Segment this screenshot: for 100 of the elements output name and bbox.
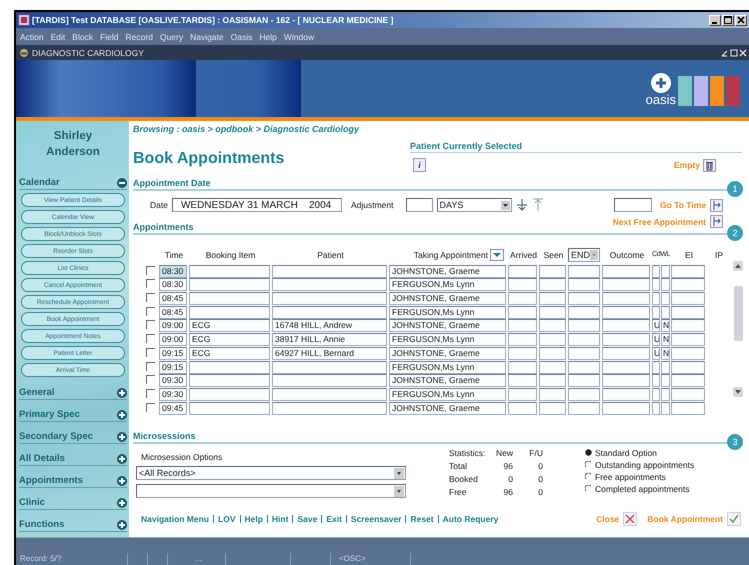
section-heading: Patient Currently Selected	[410, 136, 742, 153]
menu-item[interactable]: Record	[126, 32, 153, 42]
row-label: Booked	[449, 474, 479, 484]
user-name: Shirley	[54, 129, 92, 144]
time-cell[interactable]: 09:00	[159, 333, 187, 346]
nav-link[interactable]: LOV	[218, 514, 236, 524]
sidebar-section[interactable]: Primary Spec	[19, 409, 80, 420]
table-cell[interactable]: N	[661, 333, 670, 346]
menu-item[interactable]: Edit	[50, 32, 66, 42]
user-name: Anderson	[46, 145, 100, 160]
column-header: Seen	[542, 250, 564, 260]
time-cell[interactable]: 08:45	[159, 306, 187, 319]
sidebar-section[interactable]: Secondary Spec	[19, 431, 93, 442]
row-label: Total	[449, 460, 468, 471]
table-cell[interactable]: ECG	[189, 346, 270, 360]
table-cell[interactable]: ECG	[189, 319, 270, 332]
radio-label[interactable]: Free appointments	[595, 472, 666, 482]
window-title: [TARDIS] Test DATABASE [OASLIVE.TARDIS] : OASISMAN - 162 - [ NUCLEAR MEDICINE ]	[32, 15, 394, 25]
nav-link[interactable]: Auto Requery	[442, 514, 498, 524]
stat-value: 96	[502, 486, 513, 497]
field-label: Microsession Options	[141, 452, 224, 462]
table-cell[interactable]: 16748 HILL, Andrew	[272, 319, 387, 332]
nav-link[interactable]: Screensaver	[350, 514, 402, 524]
table-cell[interactable]: ECG	[189, 333, 270, 346]
radio-label[interactable]: Outstanding appointments	[595, 460, 694, 470]
time-cell[interactable]: 09:15	[159, 346, 187, 360]
unit-dropdown[interactable]: DAYS	[436, 198, 512, 212]
info-button[interactable]: i	[413, 158, 426, 172]
nav-link[interactable]: Reset	[410, 514, 434, 524]
filter-dropdown[interactable]: END	[568, 248, 600, 262]
row-label: Free	[449, 486, 468, 497]
menu-item[interactable]: Navigate	[190, 32, 224, 42]
column-header: Patient	[316, 250, 345, 260]
field-label: Adjustment	[350, 200, 394, 210]
time-cell[interactable]: 09:00	[159, 319, 187, 332]
sidebar-section[interactable]: General	[19, 387, 54, 398]
options-dropdown[interactable]: <All Records>	[136, 466, 406, 480]
time-cell[interactable]: 09:15	[159, 360, 187, 374]
table-cell[interactable]: JOHNSTONE, Graeme	[389, 346, 506, 360]
column-header: Outcome	[608, 250, 646, 260]
nav-link[interactable]: Exit	[326, 514, 342, 524]
table-cell[interactable]: N	[661, 319, 670, 332]
sidebar-section[interactable]: Appointments	[19, 475, 83, 486]
table-cell[interactable]: FERGUSON,Ms Lynn	[389, 278, 506, 292]
time-cell[interactable]: 09:30	[159, 388, 187, 401]
step-badge: 2	[727, 225, 743, 241]
time-cell[interactable]: 08:30	[159, 264, 187, 278]
time-cell[interactable]: 08:45	[159, 292, 187, 306]
menu-item[interactable]: Field	[100, 32, 119, 42]
menu-item[interactable]: Window	[284, 32, 314, 42]
status-field: <OSC>	[331, 552, 411, 564]
page-title: Book Appointments	[133, 150, 286, 169]
table-cell[interactable]: JOHNSTONE, Graeme	[389, 292, 506, 306]
table-cell[interactable]: 38917 HILL, Annie	[272, 333, 387, 346]
table-cell[interactable]: FERGUSON,Ms Lynn	[389, 360, 506, 374]
stat-value: 0	[537, 486, 543, 497]
nav-link[interactable]: Navigation Menu	[141, 514, 210, 524]
table-cell[interactable]: JOHNSTONE, Graeme	[389, 319, 506, 332]
sidebar-section[interactable]: All Details	[19, 453, 65, 464]
sidebar-section[interactable]: Clinic	[19, 497, 45, 508]
table-cell[interactable]: FERGUSON,Ms Lynn	[389, 333, 506, 346]
column-header: Time	[164, 250, 184, 260]
column-header: EI	[684, 250, 694, 260]
menu-item[interactable]: Oasis	[230, 32, 252, 42]
time-cell[interactable]: 08:30	[159, 278, 187, 292]
column-header: New	[494, 448, 513, 458]
column-header: IP	[714, 250, 724, 260]
column-header: Booking Item	[204, 250, 256, 260]
table-cell[interactable]: FERGUSON,Ms Lynn	[389, 388, 506, 401]
menu-item[interactable]: Help	[259, 32, 277, 42]
table-cell[interactable]: JOHNSTONE, Graeme	[389, 264, 506, 278]
column-header: F/U	[528, 448, 543, 458]
menu-item[interactable]: Action	[20, 32, 44, 42]
statistics-label: Statistics:	[449, 448, 486, 458]
table-cell[interactable]: 64927 HILL, Bernard	[272, 346, 387, 360]
section-heading: Appointment Date	[133, 178, 727, 191]
menu-item[interactable]: Query	[160, 32, 184, 42]
table-cell[interactable]: FERGUSON,Ms Lynn	[389, 306, 506, 319]
section-heading: Microsessions	[133, 430, 727, 444]
status-field: ...	[168, 552, 226, 564]
table-cell[interactable]: N	[661, 346, 670, 360]
stat-value: 0	[507, 474, 513, 484]
nav-link[interactable]: Save	[297, 514, 318, 524]
radio-label[interactable]: Standard Option	[595, 448, 657, 458]
subwindow-title: DIAGNOSTIC CARDIOLOGY	[32, 48, 144, 58]
status-field: Record: 5/?	[16, 552, 128, 564]
nav-link[interactable]: Hint	[272, 514, 288, 524]
table-cell[interactable]: JOHNSTONE, Graeme	[389, 402, 506, 415]
time-cell[interactable]: 09:30	[159, 374, 187, 388]
date-field[interactable]: WEDNESDAY 31 MARCH 2004	[172, 198, 342, 212]
sidebar-section[interactable]: Functions	[19, 519, 64, 530]
stat-value: 96	[502, 460, 513, 471]
time-cell[interactable]: 09:45	[159, 402, 187, 415]
menu-item[interactable]: Block	[72, 32, 94, 42]
sidebar-section[interactable]: Calendar	[19, 177, 60, 188]
breadcrumb: Browsing : oasis > opdbook > Diagnostic Cardiology	[133, 124, 360, 136]
nav-link[interactable]: Help	[244, 514, 263, 524]
radio-label[interactable]: Completed appointments	[595, 484, 690, 494]
table-cell[interactable]: JOHNSTONE, Graeme	[389, 374, 506, 388]
logo-text: oasis	[646, 94, 676, 106]
